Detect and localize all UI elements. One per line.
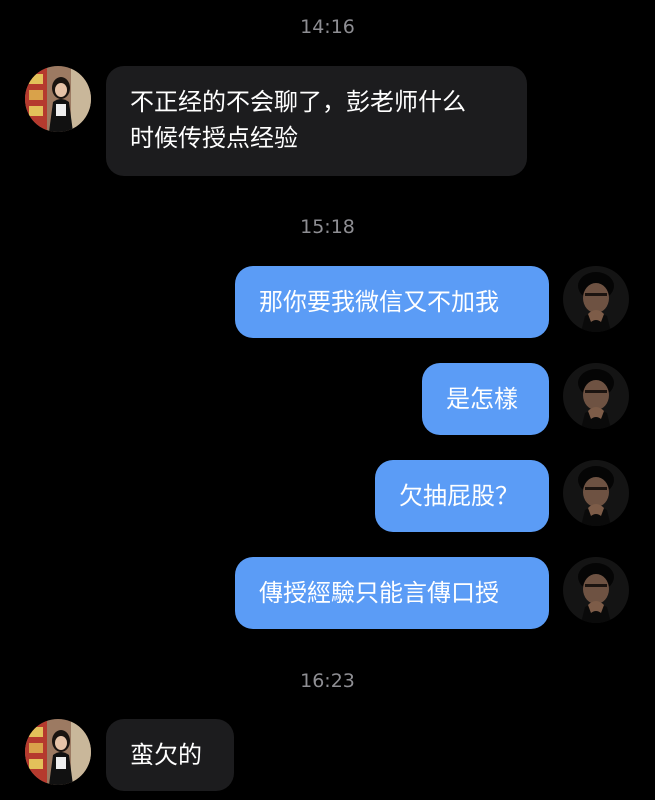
girl-photo-icon bbox=[25, 719, 91, 785]
outgoing-message-bubble[interactable]: 那你要我微信又不加我 bbox=[235, 266, 549, 338]
message-line: 时候传授点经验 bbox=[130, 124, 298, 152]
self-avatar[interactable] bbox=[563, 266, 629, 332]
self-avatar[interactable] bbox=[563, 363, 629, 429]
boy-photo-icon bbox=[563, 460, 629, 526]
timestamp: 15:18 bbox=[300, 216, 355, 238]
boy-photo-icon bbox=[563, 363, 629, 429]
self-avatar[interactable] bbox=[563, 460, 629, 526]
timestamp: 16:23 bbox=[300, 670, 355, 692]
outgoing-message-bubble[interactable]: 是怎樣 bbox=[422, 363, 549, 435]
message-text: 欠抽屁股？ bbox=[399, 482, 519, 510]
timestamp: 14:16 bbox=[300, 16, 355, 38]
message-text: 是怎樣 bbox=[446, 385, 518, 413]
boy-photo-icon bbox=[563, 266, 629, 332]
contact-avatar[interactable] bbox=[25, 719, 91, 785]
message-text: 傳授經驗只能言傳口授 bbox=[259, 579, 499, 607]
boy-photo-icon bbox=[563, 557, 629, 623]
message-text: 蛮欠的 bbox=[130, 741, 202, 769]
girl-photo-icon bbox=[25, 66, 91, 132]
contact-avatar[interactable] bbox=[25, 66, 91, 132]
outgoing-message-bubble[interactable]: 傳授經驗只能言傳口授 bbox=[235, 557, 549, 629]
incoming-message-bubble[interactable]: 不正经的不会聊了，彭老师什么 时候传授点经验 bbox=[106, 66, 527, 176]
self-avatar[interactable] bbox=[563, 557, 629, 623]
incoming-message-bubble[interactable]: 蛮欠的 bbox=[106, 719, 234, 791]
outgoing-message-bubble[interactable]: 欠抽屁股？ bbox=[375, 460, 549, 532]
message-line: 不正经的不会聊了，彭老师什么 bbox=[130, 88, 466, 116]
message-text: 那你要我微信又不加我 bbox=[259, 288, 499, 316]
